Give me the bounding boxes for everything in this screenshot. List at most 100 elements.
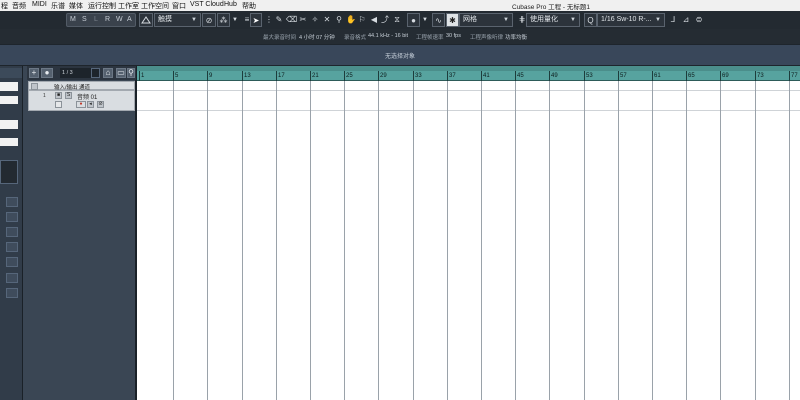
color-icon[interactable]: ● — [407, 13, 420, 27]
erase-tool-icon[interactable]: ⌫ — [286, 15, 297, 25]
menu-vst-cloud[interactable]: VST Cloud — [190, 1, 224, 8]
search-icon[interactable]: ⚲ — [127, 68, 135, 78]
pan-law-value[interactable]: 功率均衡 — [505, 33, 527, 41]
menu-studio[interactable]: 工作室 — [118, 1, 139, 11]
menu-media[interactable]: 媒体 — [69, 1, 83, 11]
audio-track[interactable]: 1 ■ S 音频 01 ● ◂ ⊘ — [28, 90, 135, 111]
automation-icon[interactable] — [139, 13, 153, 27]
menu-window[interactable]: 窗口 — [172, 1, 186, 11]
automation-mode-dropdown[interactable]: 触摸 ▼ — [154, 13, 201, 27]
grid-line — [720, 81, 721, 400]
max-record-time-label: 最大录音时间 — [263, 35, 297, 41]
event-display[interactable] — [136, 81, 800, 400]
inspector-volume[interactable] — [0, 120, 18, 129]
time-warp-icon[interactable]: ⧖ — [392, 15, 402, 25]
menu-transport[interactable]: 运行控制 — [88, 1, 116, 11]
automation-settings-icon[interactable]: ⊘ — [202, 13, 216, 27]
quantize-apply-icon[interactable]: ⊿ — [681, 15, 691, 25]
notepad-icon[interactable] — [6, 273, 18, 283]
write-icon[interactable]: ⊘ — [97, 101, 104, 108]
grid-line — [310, 81, 311, 400]
menu-project[interactable]: 程 — [1, 1, 8, 11]
play-tool-icon[interactable]: ◀ — [369, 15, 379, 25]
window-icon[interactable]: ▭ — [116, 68, 126, 78]
sends-icon[interactable] — [6, 227, 18, 237]
inspector-field-2[interactable] — [0, 96, 18, 104]
selection-status: 无选择对象 — [384, 54, 415, 60]
ruler-zoom-strip[interactable] — [136, 66, 800, 71]
solo-mode-button[interactable]: S — [82, 14, 87, 26]
line-tool-icon[interactable]: ⤴ — [380, 15, 390, 25]
draw-tool-icon[interactable]: ✎ — [274, 15, 284, 25]
status-line: 无选择对象 — [0, 44, 800, 66]
menu-help[interactable]: 帮助 — [242, 1, 256, 11]
folder-expand-icon[interactable] — [31, 83, 38, 90]
inserts-icon[interactable] — [6, 197, 18, 207]
track-presets-icon[interactable]: ● — [41, 68, 53, 78]
snap-mode-dropdown[interactable]: 网格 ▼ — [459, 13, 513, 27]
frame-rate-value[interactable]: 30 fps — [446, 33, 461, 39]
write-mode-button[interactable]: W — [116, 14, 123, 26]
menu-workspaces[interactable]: 工作空间 — [141, 1, 169, 11]
folder-track[interactable]: 输入/输出 通道 — [28, 81, 135, 91]
quantize-type-dropdown[interactable]: 使用量化 ▼ — [526, 13, 580, 27]
monitor-icon[interactable]: ◂ — [87, 101, 94, 108]
quantize-settings-icon[interactable]: ⊜ — [694, 15, 704, 25]
visibility-icon[interactable] — [91, 68, 100, 78]
grid-line — [378, 81, 379, 400]
strip-icon[interactable] — [6, 242, 18, 252]
max-record-time-value: 4 小时 07 分钟 — [299, 35, 335, 41]
menu-audio[interactable]: 音频 — [12, 1, 26, 11]
inspector-pan[interactable] — [0, 138, 18, 146]
track-name[interactable]: 音频 01 — [77, 92, 97, 101]
fader-icon[interactable] — [6, 288, 18, 298]
glue-tool-icon[interactable]: ✧ — [310, 15, 320, 25]
autoscroll-icon[interactable]: ∿ — [432, 13, 445, 27]
menu-hub[interactable]: Hub — [224, 1, 237, 8]
read-icon[interactable] — [55, 101, 62, 108]
ruler-bar-label: 49 — [551, 73, 558, 79]
menu-midi[interactable]: MIDI — [32, 1, 47, 8]
quick-controls-icon[interactable] — [6, 257, 18, 267]
window-title: Cubase Pro 工程 - 无标题1 — [512, 4, 591, 11]
constrain-icon[interactable]: ⁂ — [217, 13, 230, 27]
record-format-value[interactable]: 44.1 kHz - 16 bit — [368, 33, 408, 39]
solo-button[interactable]: S — [65, 92, 72, 99]
comp-tool-icon[interactable]: ⚐ — [357, 15, 367, 25]
grid-line — [686, 81, 687, 400]
grid-line — [618, 81, 619, 400]
split-tool-icon[interactable]: ✂ — [298, 15, 308, 25]
range-tool-icon[interactable]: ⋮ — [264, 15, 274, 25]
a-mode-button[interactable]: A — [127, 14, 132, 26]
inspector-field[interactable] — [0, 82, 18, 91]
read-mode-button[interactable]: R — [105, 14, 110, 26]
ruler-bar-label: 9 — [209, 73, 213, 79]
menu-score[interactable]: 乐谱 — [51, 1, 65, 11]
home-icon[interactable]: ⌂ — [103, 68, 113, 78]
color-dropdown-icon[interactable]: ▼ — [420, 15, 430, 25]
add-track-icon[interactable]: + — [29, 68, 39, 78]
quantize-value-dropdown[interactable]: 1/16 Sw-10 R-... ▼ — [597, 13, 665, 27]
track-divider — [136, 110, 800, 111]
constrain-dropdown-icon[interactable]: ▼ — [230, 15, 240, 25]
mute-button[interactable]: ■ — [55, 92, 62, 99]
record-icon[interactable]: ● — [76, 101, 86, 108]
zoom-tool-icon[interactable]: ⚲ — [334, 15, 344, 25]
mute-mode-button[interactable]: M — [70, 14, 76, 26]
hand-tool-icon[interactable]: ✋ — [346, 15, 356, 25]
toolbar: M S L R W A 触摸 ▼ ⊘ ⁂ ▼ ≡ ➤ ⋮ ✎ ⌫ ✂ ✧ ✕ ⚲ … — [0, 11, 800, 29]
track-list: + ● 1 / 3 ⌂ ▭ ⚲ 输入/输出 通道 1 ■ S 音频 01 ● ◂… — [27, 66, 136, 400]
quantize-icon[interactable]: Q — [584, 13, 597, 27]
record-format-label: 录音格式 — [344, 35, 367, 41]
listen-mode-button[interactable]: L — [94, 14, 98, 26]
eq-icon[interactable] — [6, 212, 18, 222]
select-tool-icon[interactable]: ➤ — [250, 13, 262, 27]
grid-line — [276, 81, 277, 400]
ruler-bar-label: 65 — [688, 73, 695, 79]
inspector-meter — [0, 160, 18, 184]
iq-icon[interactable]: ⅃ — [668, 15, 678, 25]
inspector-header[interactable] — [0, 68, 22, 78]
snap-icon[interactable]: ✱ — [446, 13, 459, 27]
chevron-down-icon: ▼ — [655, 17, 661, 23]
mute-tool-icon[interactable]: ✕ — [322, 15, 332, 25]
